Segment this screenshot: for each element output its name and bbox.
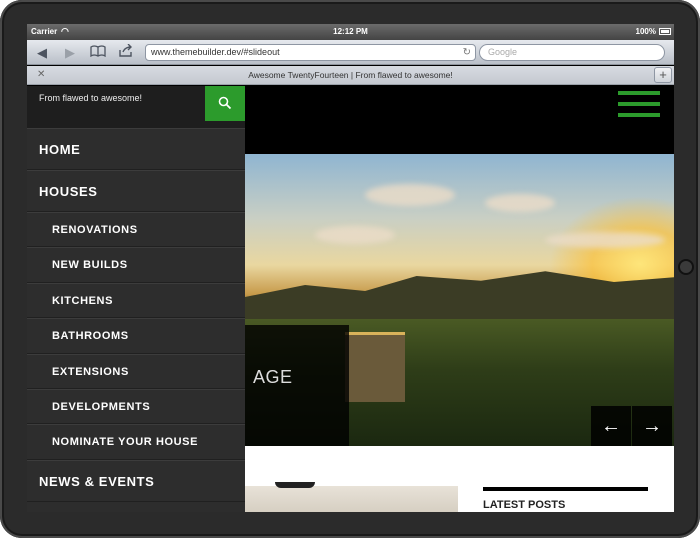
thumbnail-detail <box>275 482 315 488</box>
menu-item-news-events[interactable]: News & Events <box>27 459 245 502</box>
menu-item-nominate-your-house[interactable]: Nominate your house <box>27 424 245 460</box>
battery-icon <box>659 28 671 35</box>
post-thumbnail[interactable] <box>245 486 458 512</box>
url-text: www.themebuilder.dev/#slideout <box>151 47 280 57</box>
site-tagline: From flawed to awesome! <box>39 93 143 103</box>
search-field[interactable]: Google <box>479 44 665 61</box>
bookmarks-icon[interactable] <box>89 44 107 61</box>
slideout-header: From flawed to awesome! <box>27 86 245 128</box>
back-icon[interactable]: ◀ <box>33 44 51 61</box>
battery-percent: 100% <box>635 27 656 36</box>
menu-item-home[interactable]: Home <box>27 128 245 170</box>
browser-toolbar: ◀ ▶ www.themebuilder.dev/#slideout ↻ Goo… <box>27 40 674 65</box>
search-button[interactable] <box>205 86 245 121</box>
slide-caption[interactable]: AGE <box>245 325 349 446</box>
reload-icon[interactable]: ↻ <box>463 45 471 60</box>
slideout-menu: From flawed to awesome! Home Houses Renova… <box>27 86 245 512</box>
menu-item-kitchens[interactable]: Kitchens <box>27 282 245 319</box>
menu-item-bathrooms[interactable]: Bathrooms <box>27 318 245 354</box>
url-field[interactable]: www.themebuilder.dev/#slideout ↻ <box>145 44 476 61</box>
status-bar: Carrier ◠ 12:12 PM 100% <box>27 24 674 40</box>
menu-item-new-builds[interactable]: New Builds <box>27 247 245 283</box>
menu-item-houses[interactable]: Houses <box>27 170 245 212</box>
menu-item-developments[interactable]: Developments <box>27 388 245 425</box>
tab-bar: ✕ Awesome TwentyFourteen | From flawed t… <box>27 66 674 85</box>
search-icon <box>218 96 232 110</box>
screen: Carrier ◠ 12:12 PM 100% ◀ ▶ www.themebui… <box>27 24 674 512</box>
clock: 12:12 PM <box>333 27 368 36</box>
slide-caption-text: AGE <box>253 367 293 387</box>
home-button[interactable] <box>678 259 694 275</box>
search-placeholder: Google <box>488 47 518 57</box>
latest-posts-heading: LATEST POSTS <box>483 499 566 511</box>
share-icon[interactable] <box>117 43 135 61</box>
slide-prev-button[interactable]: ← <box>591 406 631 446</box>
slideout-nav: Home Houses Renovations New Builds Kitchens B… <box>27 128 245 502</box>
menu-item-extensions[interactable]: Extensions <box>27 353 245 389</box>
tab-title[interactable]: Awesome TwentyFourteen | From flawed to … <box>27 70 674 80</box>
web-page: AGE ← → LATEST POSTS From flawed to awes… <box>27 86 674 512</box>
widget-rule <box>483 487 648 491</box>
forward-icon[interactable]: ▶ <box>61 44 79 61</box>
new-tab-button[interactable]: + <box>654 67 672 83</box>
menu-toggle-icon[interactable] <box>618 91 660 123</box>
menu-item-renovations[interactable]: Renovations <box>27 212 245 248</box>
slide-next-button[interactable]: → <box>632 406 672 446</box>
